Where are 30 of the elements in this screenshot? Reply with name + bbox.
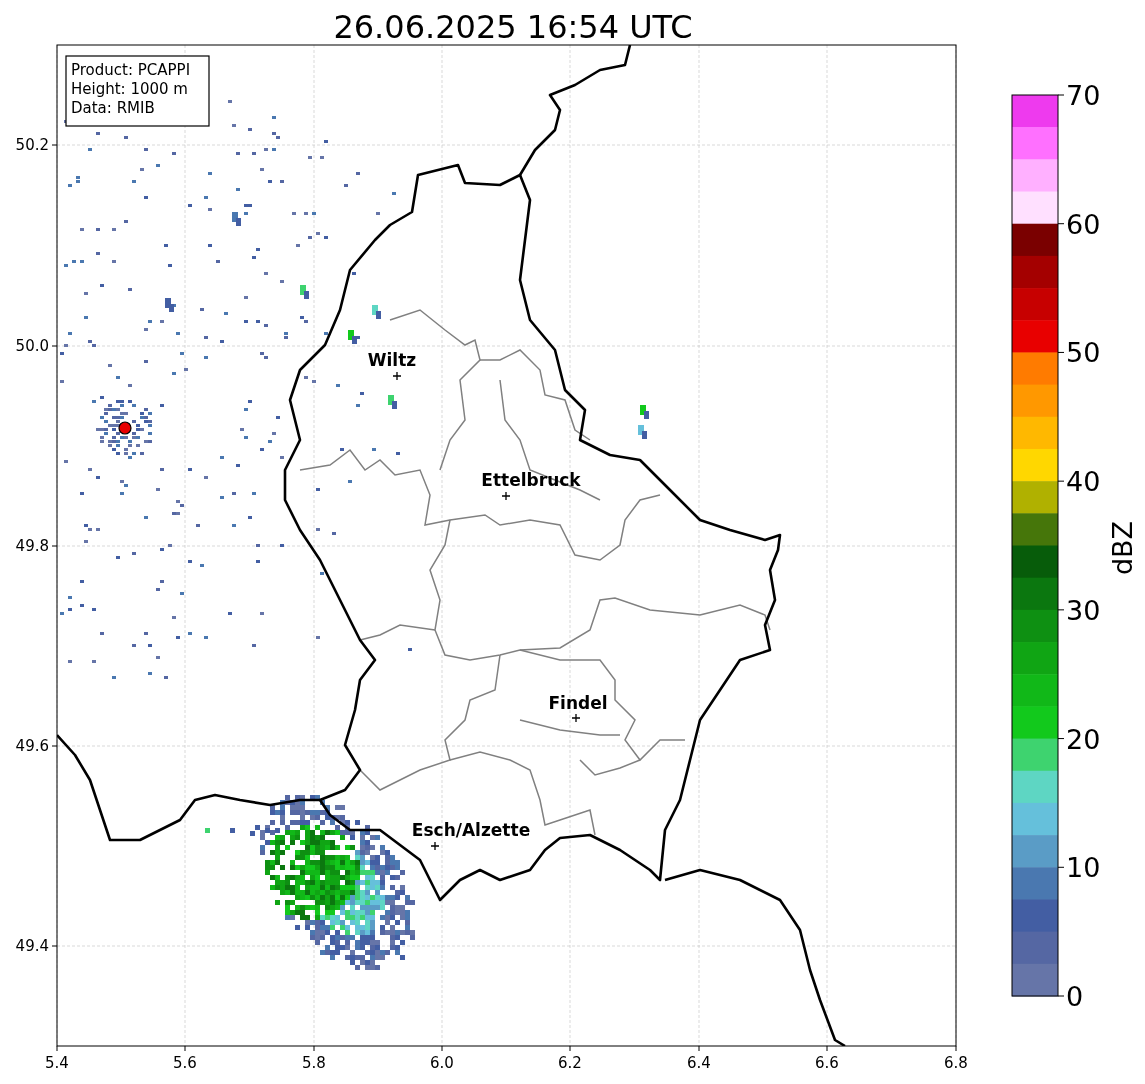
tick-label: 6.0: [430, 1054, 454, 1072]
tick-label: 49.6: [15, 737, 49, 755]
place-label: Esch/Alzette: [411, 820, 531, 840]
place-label: Wiltz: [367, 350, 417, 370]
place-label: Findel: [548, 693, 608, 713]
colorbar-tick-label: 10: [1066, 852, 1101, 884]
tick-label: 6.6: [815, 1054, 839, 1072]
colorbar-tick-label: 70: [1066, 80, 1101, 111]
colorbar-tick-label: 40: [1066, 466, 1101, 498]
tick-label: 49.4: [15, 937, 49, 955]
place-label: Ettelbruck: [481, 470, 581, 490]
tick-label: 5.8: [302, 1054, 326, 1072]
colorbar-tick-label: 0: [1066, 981, 1084, 1012]
colorbar-label: dBZ: [1107, 520, 1138, 576]
colorbar-tick-label: 30: [1066, 594, 1101, 626]
info-text: Height: 1000 m: [71, 80, 188, 98]
chart-title: 26.06.2025 16:54 UTC: [333, 8, 693, 46]
tick-label: 49.8: [15, 537, 49, 555]
info-text: Product: PCAPPI: [71, 61, 191, 79]
colorbar-tick-label: 50: [1066, 337, 1101, 369]
info-text: Data: RMIB: [71, 99, 155, 117]
tick-label: 6.2: [558, 1054, 582, 1072]
tick-label: 6.8: [944, 1054, 968, 1072]
colorbar-tick-label: 60: [1066, 208, 1101, 240]
tick-label: 50.0: [15, 337, 49, 355]
tick-label: 5.4: [45, 1054, 69, 1072]
tick-label: 6.4: [687, 1054, 711, 1072]
colorbar-tick-label: 20: [1066, 723, 1101, 755]
tick-label: 50.2: [15, 136, 49, 154]
tick-label: 5.6: [173, 1054, 197, 1072]
